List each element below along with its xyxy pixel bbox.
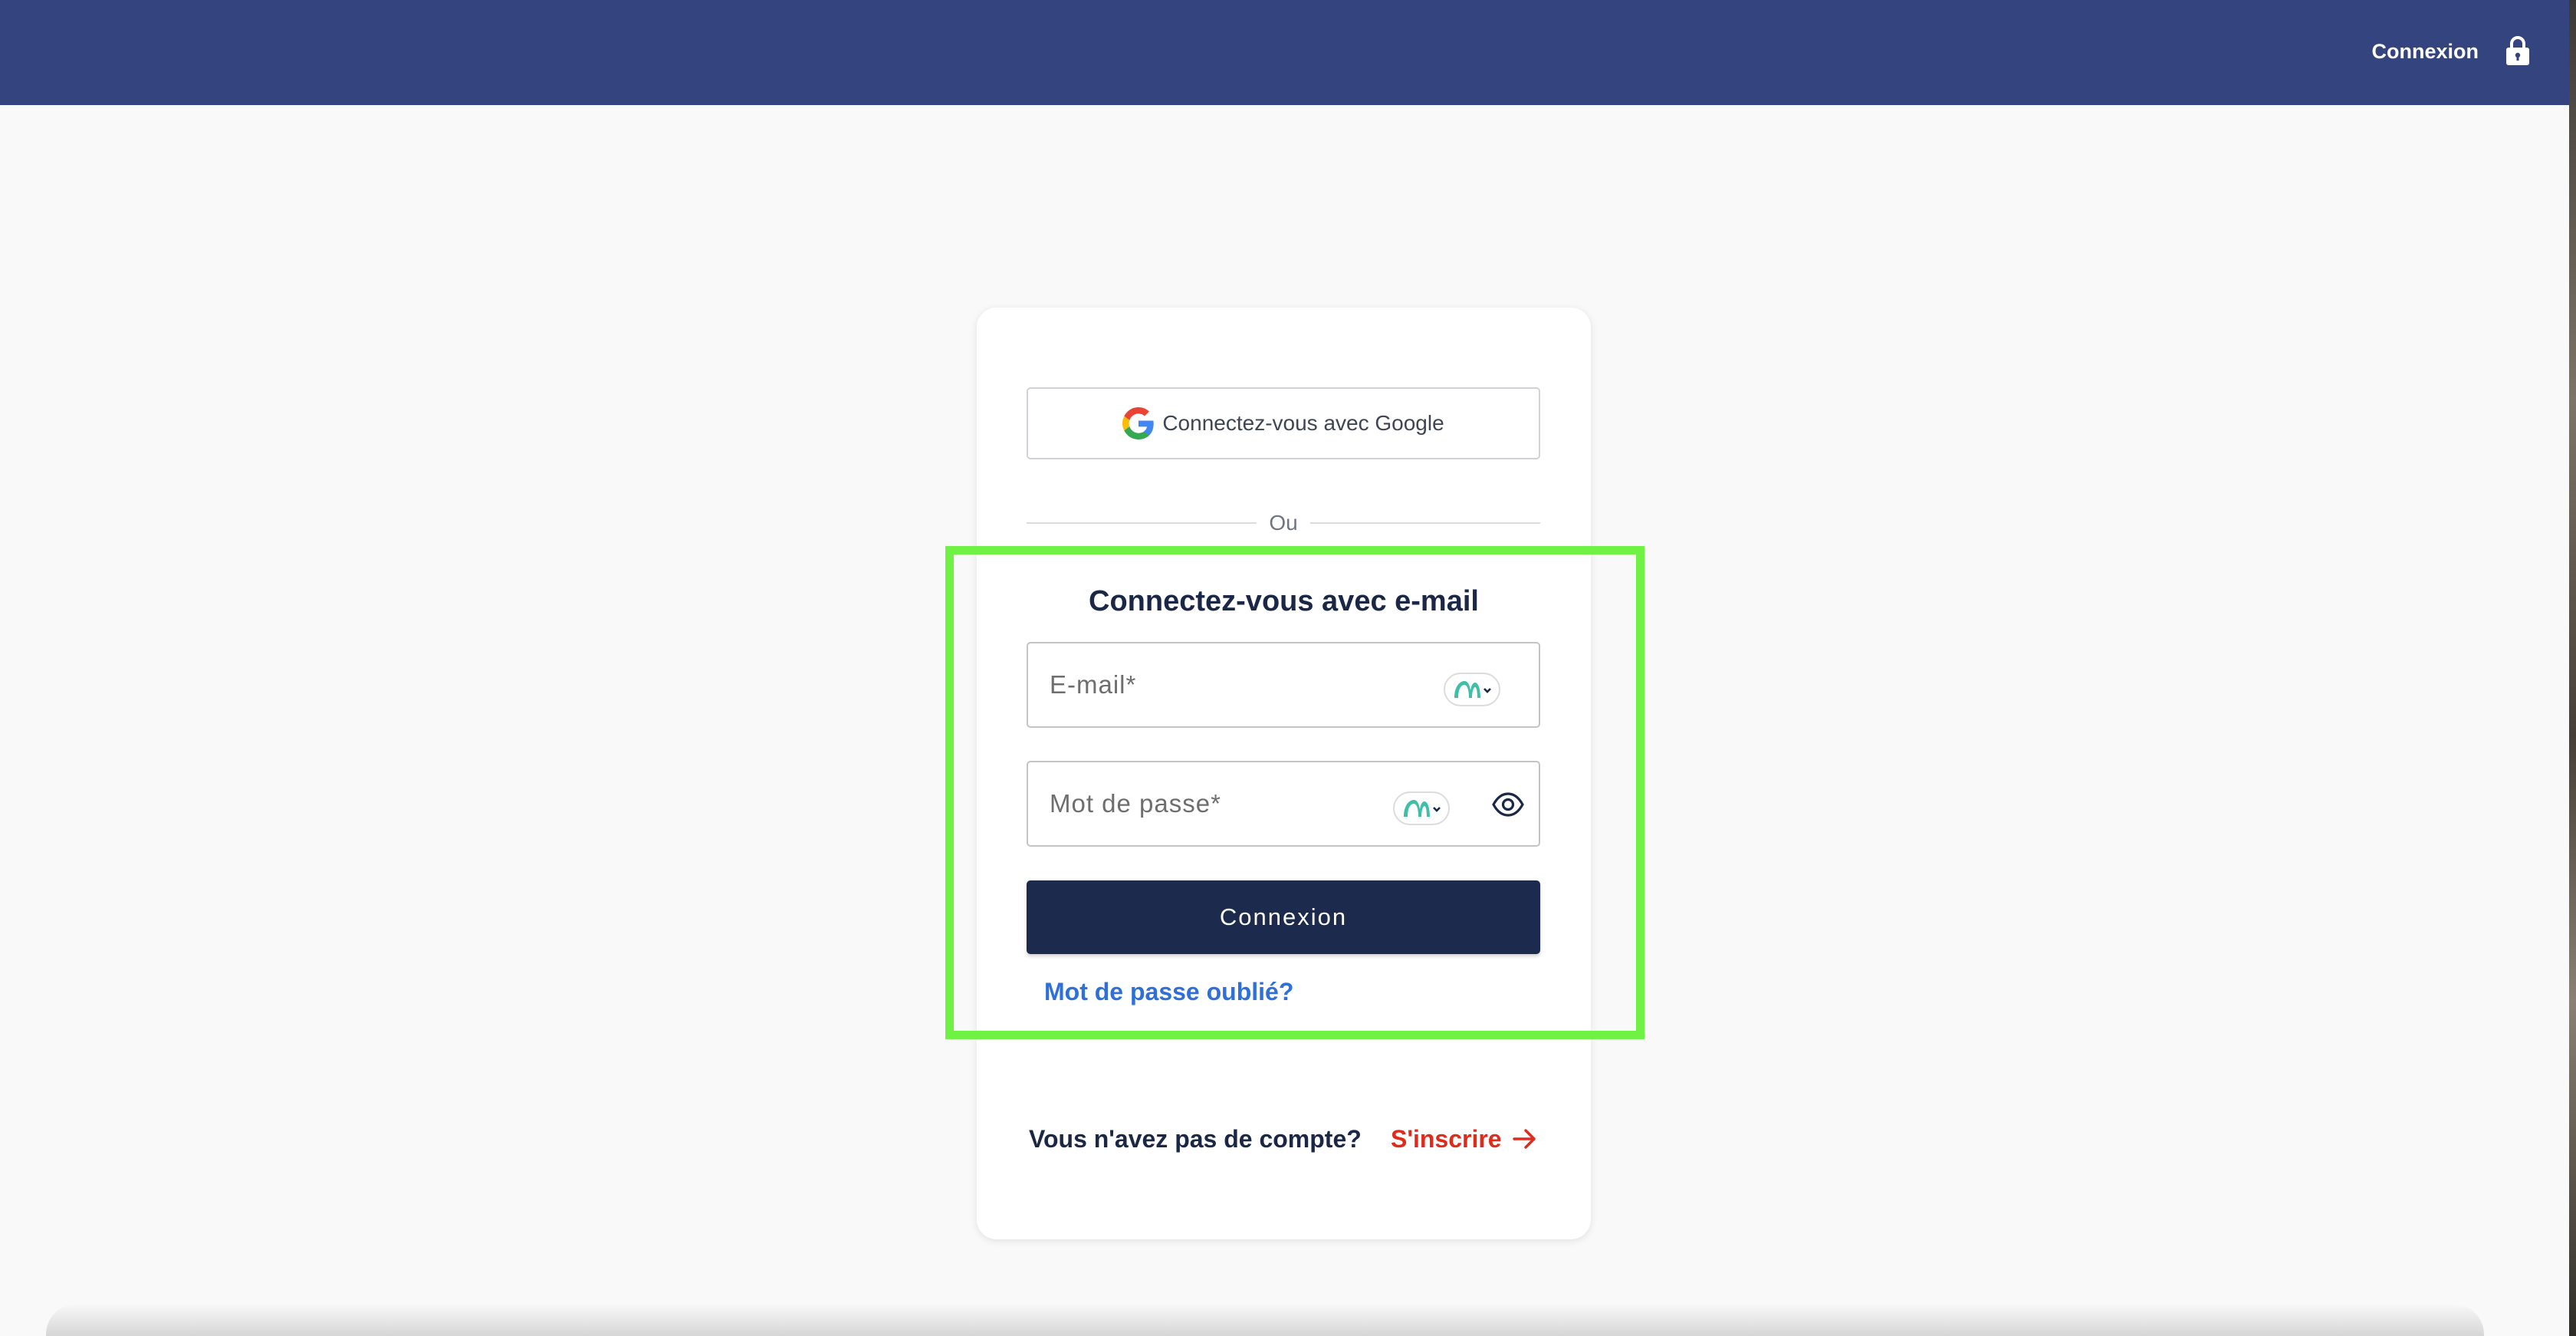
password-manager-glyph [1454, 681, 1491, 698]
email-input[interactable] [1050, 663, 1372, 706]
password-field[interactable] [1027, 761, 1540, 847]
lock-icon[interactable] [2503, 35, 2532, 66]
no-account-text: Vous n'avez pas de compte? [1029, 1125, 1362, 1153]
google-signin-label: Connectez-vous avec Google [1162, 411, 1444, 435]
password-manager-glyph [1404, 800, 1441, 817]
password-manager-icon[interactable] [1393, 791, 1450, 825]
password-manager-icon[interactable] [1444, 673, 1500, 706]
eye-icon[interactable] [1492, 791, 1524, 818]
email-field[interactable] [1027, 642, 1540, 728]
page-viewport: Connexion Connectez-vous avec Google Ou … [0, 0, 2569, 1336]
top-navbar: Connexion [0, 0, 2569, 105]
navbar-login-link[interactable]: Connexion [2372, 36, 2479, 67]
divider-line-right [1310, 522, 1540, 524]
login-submit-button[interactable]: Connexion [1027, 880, 1540, 954]
signup-link[interactable]: S'inscrire [1391, 1120, 1502, 1158]
password-input[interactable] [1050, 782, 1372, 825]
email-section-title: Connectez-vous avec e-mail [1089, 585, 1479, 617]
google-signin-button[interactable]: Connectez-vous avec Google [1027, 387, 1540, 459]
bottom-edge-shadow [46, 1304, 2484, 1336]
arrow-right-icon[interactable] [1512, 1127, 1538, 1150]
background-edge-strip [2569, 0, 2576, 1336]
or-divider: Ou [1027, 506, 1540, 540]
google-g-icon [1122, 407, 1155, 439]
forgot-password-link[interactable]: Mot de passe oublié? [1044, 972, 1293, 1011]
